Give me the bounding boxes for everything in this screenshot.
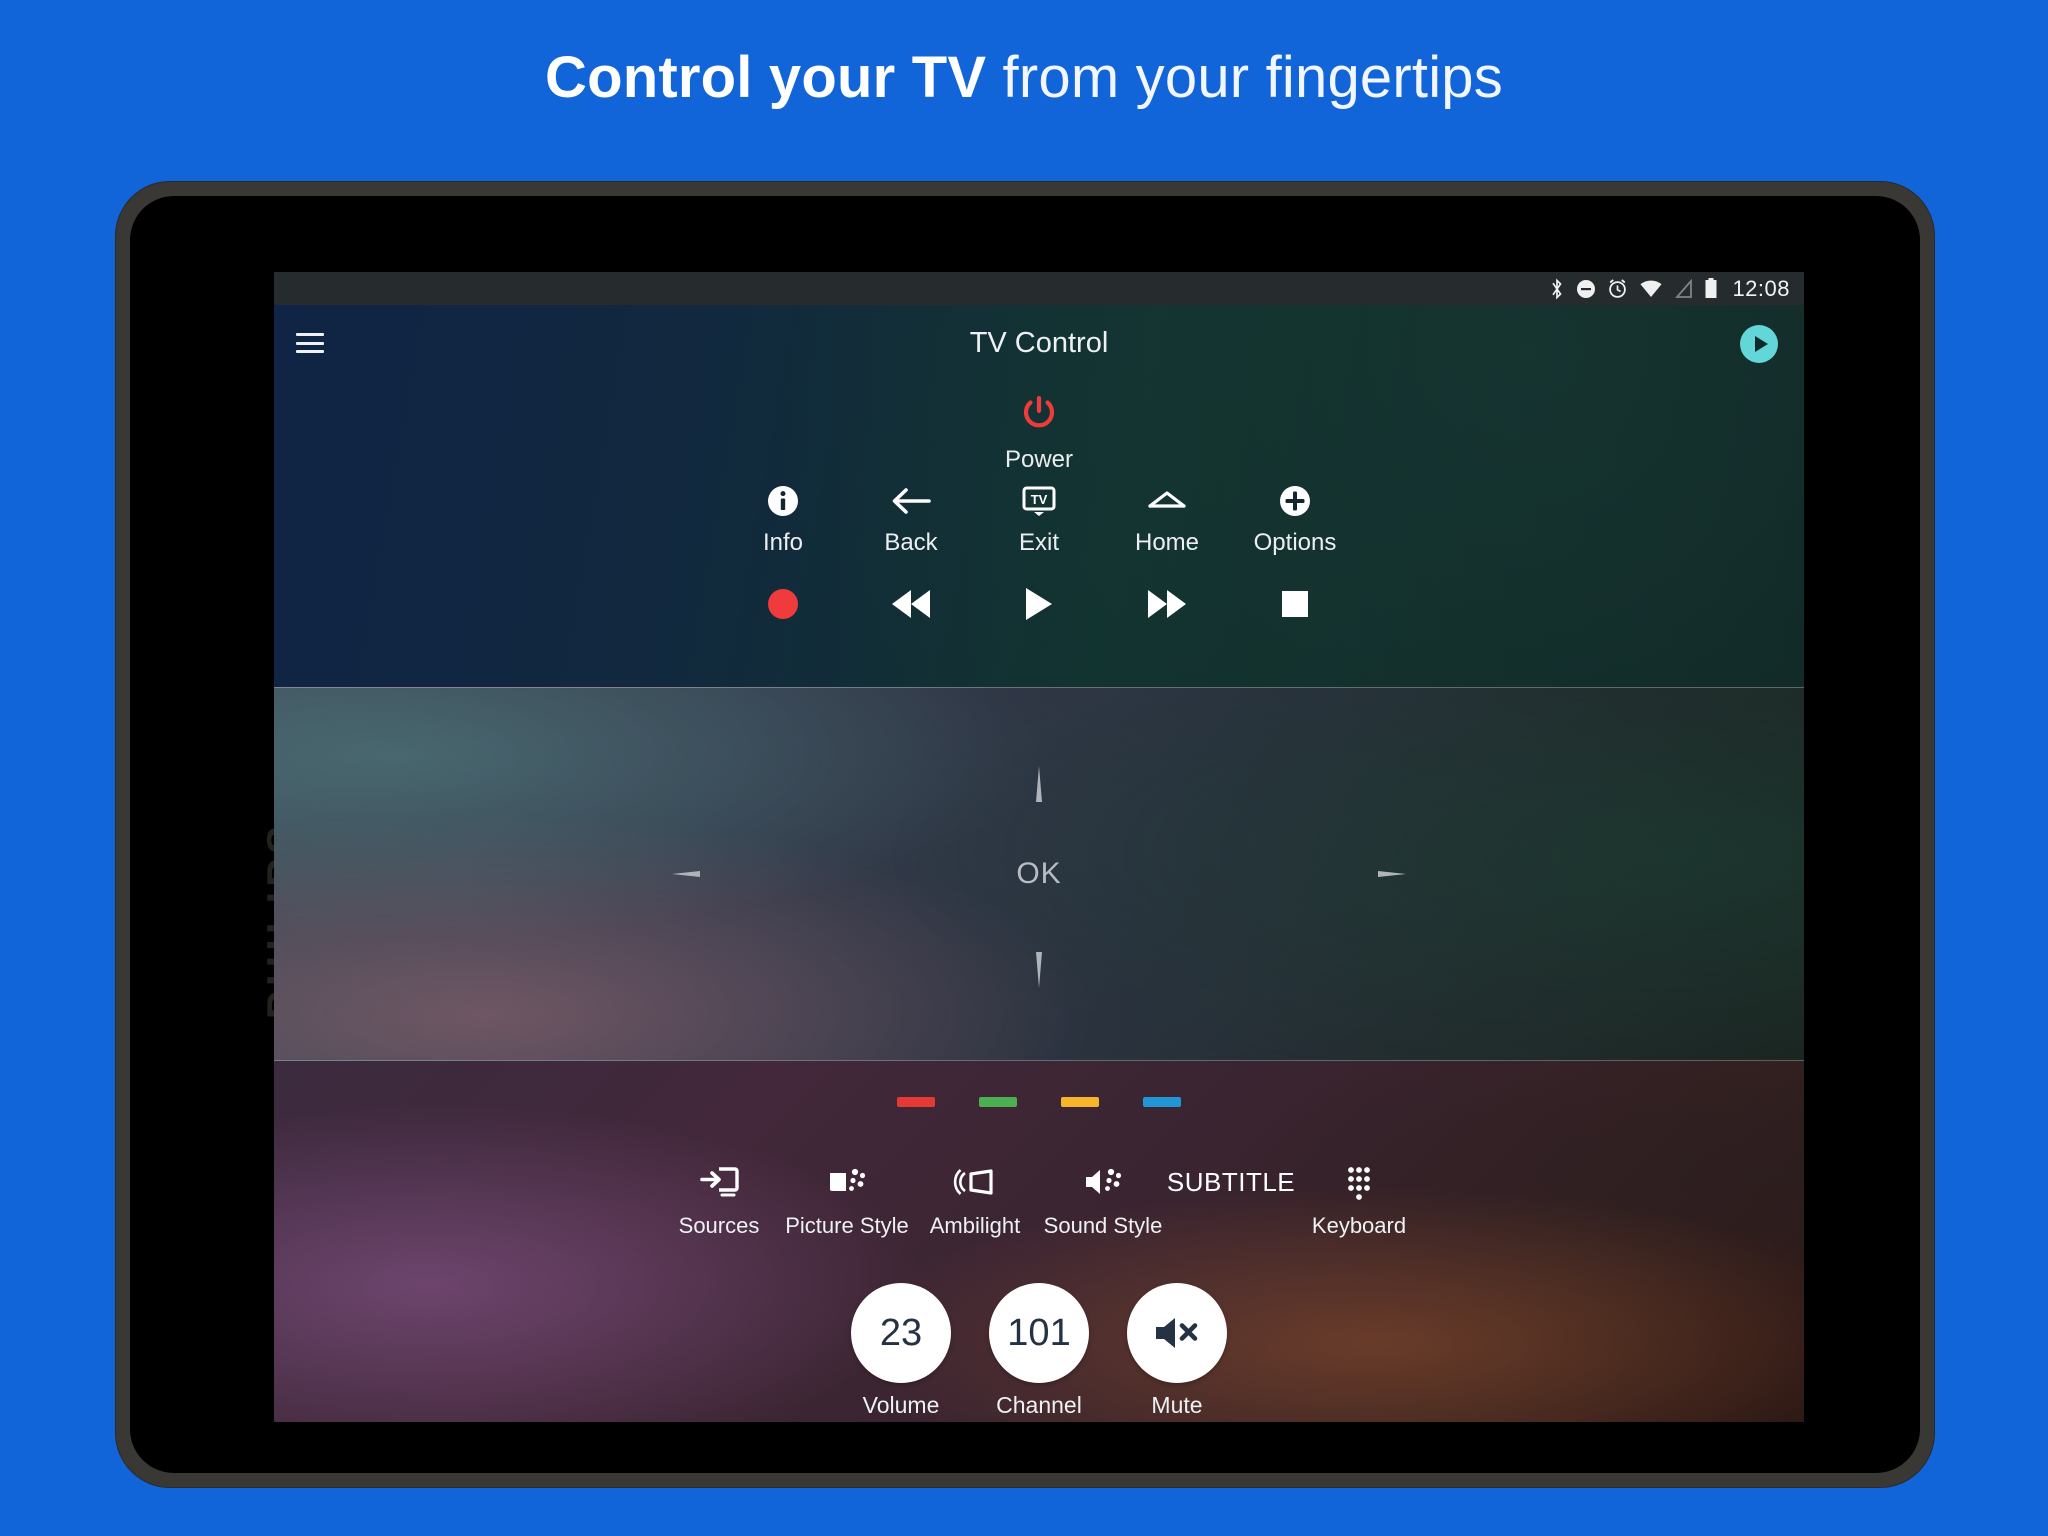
stop-button[interactable] — [1231, 580, 1359, 628]
plus-circle-icon — [1231, 477, 1359, 525]
dpad-left-icon[interactable] — [672, 871, 700, 877]
stop-icon — [1282, 591, 1308, 617]
play-icon — [1026, 588, 1052, 620]
play-circle-icon[interactable] — [1740, 325, 1778, 363]
remote-bottom-panel: Sources Picture Style Ambilight Sound St… — [274, 1061, 1804, 1422]
cell-signal-icon — [1675, 278, 1693, 298]
sound-style-icon — [1039, 1153, 1167, 1211]
channel-value: 101 — [989, 1283, 1089, 1383]
dpad-ok-label[interactable]: OK — [1016, 857, 1061, 891]
sound-style-button-label: Sound Style — [1043, 1213, 1163, 1238]
home-button-label: Home — [1134, 529, 1200, 556]
volume-button[interactable]: 23 Volume — [851, 1283, 951, 1419]
arrow-left-icon — [847, 477, 975, 525]
mute-circle — [1127, 1283, 1227, 1383]
channel-label: Channel — [996, 1392, 1082, 1418]
options-button[interactable]: Options — [1231, 477, 1359, 557]
info-button[interactable]: Info — [719, 477, 847, 557]
subtitle-label: SUBTITLE — [1166, 1166, 1296, 1197]
back-button-label: Back — [884, 529, 938, 556]
fast-forward-button[interactable] — [1103, 580, 1231, 628]
tv-icon: TV — [975, 477, 1103, 525]
options-button-label: Options — [1253, 529, 1337, 556]
record-dot-icon — [768, 589, 798, 619]
info-icon — [719, 477, 847, 525]
page-headline: Control your TV from your fingertips — [0, 44, 2048, 111]
headline-light: from your fingertips — [986, 45, 1503, 110]
channel-button[interactable]: 101 Channel — [989, 1283, 1089, 1419]
picture-style-button-label: Picture Style — [785, 1213, 909, 1238]
picture-style-icon — [783, 1153, 911, 1211]
back-button[interactable]: Back — [847, 477, 975, 557]
power-icon — [1023, 396, 1055, 428]
mute-button[interactable]: Mute — [1127, 1283, 1227, 1419]
app-bar: TV Control — [274, 305, 1804, 383]
android-status-bar: 12:08 — [274, 272, 1804, 305]
keyboard-button[interactable]: Keyboard — [1295, 1153, 1423, 1239]
battery-icon — [1705, 278, 1717, 298]
function-button-row: Sources Picture Style Ambilight Sound St… — [274, 1153, 1804, 1239]
info-button-label: Info — [762, 529, 804, 556]
volume-value: 23 — [851, 1283, 951, 1383]
ambilight-button[interactable]: Ambilight — [911, 1153, 1039, 1239]
alarm-icon — [1609, 279, 1627, 298]
remote-top-panel: TV Control Power Info Back TV Exit Home … — [274, 305, 1804, 687]
transport-button-row — [274, 580, 1804, 628]
primary-control-row: 23 Volume 101 Channel Mute — [274, 1283, 1804, 1419]
dpad-up-icon[interactable] — [1036, 766, 1042, 802]
dialpad-icon — [1295, 1153, 1423, 1211]
dpad-right-icon[interactable] — [1378, 871, 1406, 877]
play-button[interactable] — [975, 580, 1103, 628]
sources-button-label: Sources — [678, 1213, 760, 1238]
blue-color-button[interactable] — [1143, 1097, 1181, 1107]
power-button-label: Power — [1004, 446, 1074, 473]
dpad-touchpad-area[interactable]: OK — [274, 687, 1804, 1061]
sources-button[interactable]: Sources — [655, 1153, 783, 1239]
navigation-button-row: Info Back TV Exit Home Options — [274, 477, 1804, 557]
rewind-icon — [892, 590, 930, 618]
bluetooth-icon — [1552, 277, 1563, 300]
rewind-button[interactable] — [847, 580, 975, 628]
dpad-down-icon[interactable] — [1036, 952, 1042, 988]
power-button[interactable]: Power — [274, 391, 1804, 474]
do-not-disturb-icon — [1577, 279, 1596, 298]
ambilight-button-label: Ambilight — [929, 1213, 1021, 1238]
app-title: TV Control — [969, 327, 1109, 359]
svg-text:TV: TV — [1031, 492, 1048, 507]
tablet-bezel: PHILIPS 12:08 TV Control — [130, 196, 1920, 1473]
volume-label: Volume — [862, 1392, 940, 1418]
picture-style-button[interactable]: Picture Style — [783, 1153, 911, 1239]
home-icon — [1103, 477, 1231, 525]
tablet-device: PHILIPS 12:08 TV Control — [116, 182, 1934, 1487]
exit-button-label: Exit — [1018, 529, 1059, 556]
app-screen: 12:08 TV Control Power Info Back TV Exit… — [274, 272, 1804, 1422]
sources-icon — [655, 1153, 783, 1211]
keyboard-button-label: Keyboard — [1311, 1213, 1407, 1238]
headline-strong: Control your TV — [545, 45, 987, 110]
red-color-button[interactable] — [897, 1097, 935, 1107]
wifi-icon — [1640, 280, 1662, 297]
status-bar-clock: 12:08 — [1732, 275, 1790, 301]
mute-label: Mute — [1151, 1392, 1203, 1418]
color-button-row — [274, 1097, 1804, 1107]
ambilight-icon — [911, 1153, 1039, 1211]
exit-button[interactable]: TV Exit — [975, 477, 1103, 557]
record-button[interactable] — [719, 580, 847, 628]
fast-forward-icon — [1148, 590, 1186, 618]
green-color-button[interactable] — [979, 1097, 1017, 1107]
home-button[interactable]: Home — [1103, 477, 1231, 557]
sound-style-button[interactable]: Sound Style — [1039, 1153, 1167, 1239]
subtitle-button[interactable]: SUBTITLE — [1167, 1153, 1295, 1213]
mute-icon — [1156, 1318, 1198, 1348]
yellow-color-button[interactable] — [1061, 1097, 1099, 1107]
